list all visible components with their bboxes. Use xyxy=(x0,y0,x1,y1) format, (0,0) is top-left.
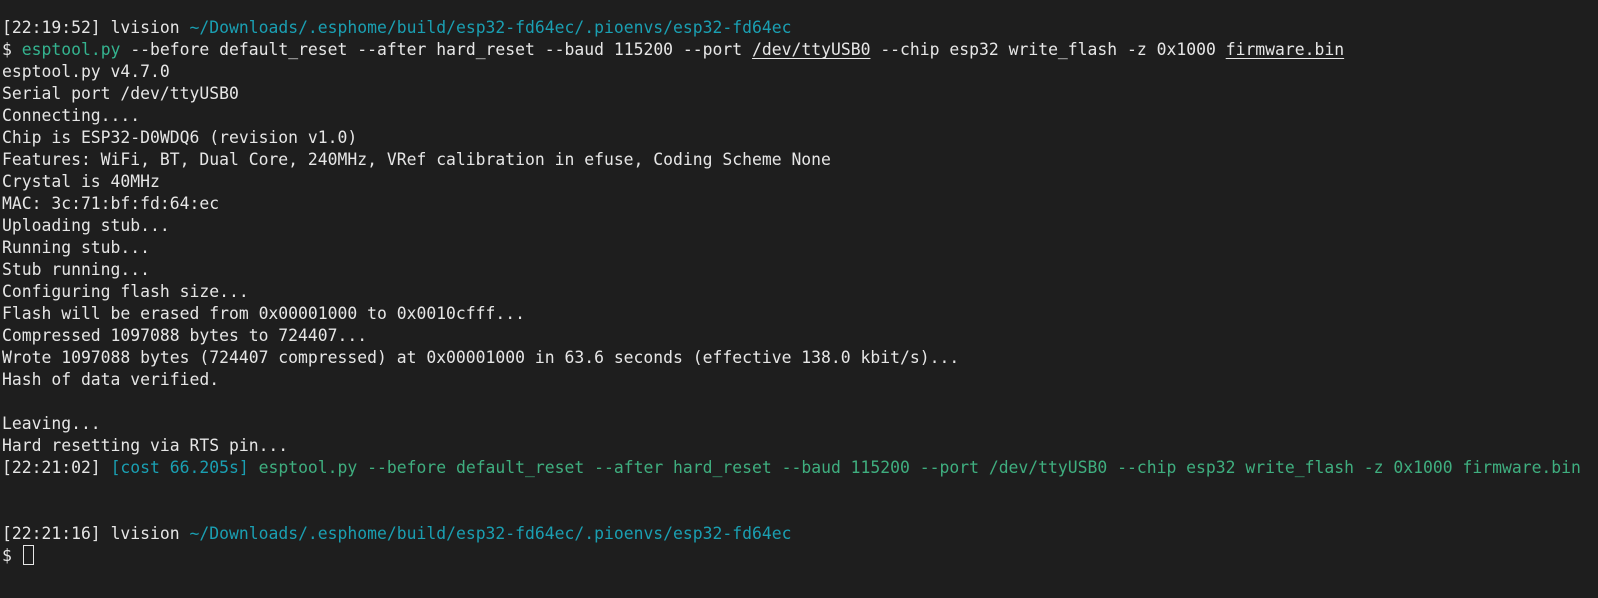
prompt-symbol: $ xyxy=(2,40,12,59)
prompt-user: lvision xyxy=(110,524,180,543)
output-line: Configuring flash size... xyxy=(2,282,249,301)
command-args: --before default_reset --after hard_rese… xyxy=(130,40,743,59)
output-line: Wrote 1097088 bytes (724407 compressed) … xyxy=(2,348,960,367)
terminal-output: [22:19:52] lvision ~/Downloads/.esphome/… xyxy=(2,17,1598,567)
output-line: Leaving... xyxy=(2,414,101,433)
output-line: Compressed 1097088 bytes to 724407... xyxy=(2,326,368,345)
cost-command: esptool.py --before default_reset --afte… xyxy=(258,458,1581,477)
output-line: Chip is ESP32-D0WDQ6 (revision v1.0) xyxy=(2,128,358,147)
terminal-window[interactable]: [22:19:52] lvision ~/Downloads/.esphome/… xyxy=(0,0,1598,598)
cost-line: [22:21:02] [cost 66.205s] esptool.py --b… xyxy=(2,457,1598,479)
prompt-timestamp: [22:19:52] xyxy=(2,18,101,37)
prompt-line: [22:19:52] lvision ~/Downloads/.esphome/… xyxy=(2,17,1598,39)
input-line[interactable]: $ xyxy=(2,545,1598,567)
output-line: Uploading stub... xyxy=(2,216,170,235)
text-cursor[interactable] xyxy=(22,545,34,565)
output-line: Connecting.... xyxy=(2,106,141,125)
command-program: esptool.py xyxy=(21,40,121,59)
prompt-timestamp: [22:21:16] xyxy=(2,524,101,543)
cost-duration: [cost 66.205s] xyxy=(110,458,249,477)
firmware-file-link[interactable]: firmware.bin xyxy=(1226,40,1344,59)
output-line: Crystal is 40MHz xyxy=(2,172,160,191)
prompt-path: ~/Downloads/.esphome/build/esp32-fd64ec/… xyxy=(189,18,792,37)
output-line: Running stub... xyxy=(2,238,151,257)
prompt-line: [22:21:16] lvision ~/Downloads/.esphome/… xyxy=(2,523,1598,545)
port-path-link[interactable]: /dev/ttyUSB0 xyxy=(752,40,870,59)
output-line: esptool.py v4.7.0 xyxy=(2,62,170,81)
command-args: --chip esp32 write_flash -z 0x1000 xyxy=(880,40,1216,59)
output-line: Features: WiFi, BT, Dual Core, 240MHz, V… xyxy=(2,150,831,169)
output-line: Hard resetting via RTS pin... xyxy=(2,436,289,455)
output-line: Stub running... xyxy=(2,260,151,279)
prompt-symbol: $ xyxy=(2,546,12,565)
output-line: Hash of data verified. xyxy=(2,370,220,389)
prompt-user: lvision xyxy=(110,18,180,37)
command-line: $ esptool.py --before default_reset --af… xyxy=(2,39,1598,61)
cost-timestamp: [22:21:02] xyxy=(2,458,101,477)
prompt-path: ~/Downloads/.esphome/build/esp32-fd64ec/… xyxy=(189,524,792,543)
output-line: MAC: 3c:71:bf:fd:64:ec xyxy=(2,194,220,213)
output-line: Serial port /dev/ttyUSB0 xyxy=(2,84,239,103)
output-line: Flash will be erased from 0x00001000 to … xyxy=(2,304,526,323)
